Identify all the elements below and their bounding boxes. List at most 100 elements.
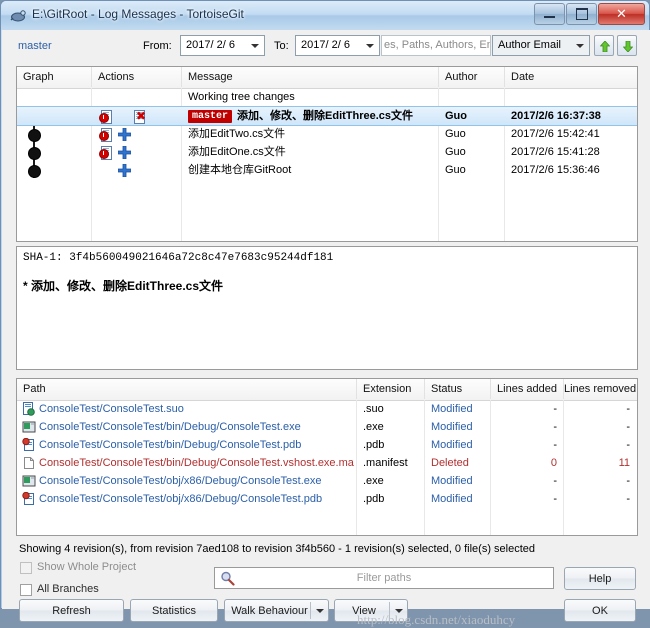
file-extension: .pdb — [363, 493, 385, 505]
log-list-rows[interactable]: Working tree changes ✖ master 添加、修改、删除Edi… — [17, 88, 637, 241]
refresh-button[interactable]: Refresh — [19, 599, 124, 622]
list-item[interactable]: ConsoleTest/ConsoleTest/obj/x86/Debug/Co… — [17, 490, 637, 508]
from-date-combo[interactable]: 2017/ 2/ 6 — [180, 35, 265, 56]
commit-author: Guo — [445, 164, 466, 176]
to-label: To: — [274, 40, 289, 52]
log-column-graph[interactable]: Graph — [17, 67, 92, 87]
walk-behaviour-dropdown[interactable] — [311, 608, 328, 613]
chevron-down-icon — [576, 44, 584, 48]
move-down-button[interactable] — [617, 35, 637, 56]
commit-date: 2017/2/6 15:36:46 — [511, 164, 600, 176]
file-lines-removed: - — [626, 475, 630, 487]
chevron-down-icon — [366, 44, 374, 48]
commit-message: 添加EditTwo.cs文件 — [188, 128, 286, 140]
log-list-panel[interactable]: Graph Actions Message Author Date Workin… — [16, 66, 638, 242]
log-column-actions[interactable]: Actions — [92, 67, 182, 87]
filter-mode-combo[interactable]: Author Email — [492, 35, 590, 56]
exe-file-icon — [22, 420, 36, 434]
file-lines-added: 0 — [550, 457, 557, 469]
table-row[interactable]: ✖ master 添加、修改、删除EditThree.cs文件 Guo 2017/… — [17, 106, 637, 126]
search-input[interactable]: es, Paths, Authors, Email — [381, 35, 491, 56]
move-up-button[interactable] — [594, 35, 614, 56]
ok-button[interactable]: OK — [564, 599, 636, 622]
added-action-icon — [117, 163, 132, 178]
commit-message-body: * 添加、修改、删除EditThree.cs文件 — [23, 279, 224, 293]
window-title: E:\GitRoot - Log Messages - TortoiseGit — [32, 7, 244, 21]
table-row[interactable]: 添加EditTwo.cs文件 Guo 2017/2/6 15:42:41 — [17, 125, 637, 143]
app-window: E:\GitRoot - Log Messages - TortoiseGit … — [0, 0, 650, 627]
file-status: Modified — [431, 403, 473, 415]
file-path[interactable]: ConsoleTest/ConsoleTest/bin/Debug/Consol… — [39, 418, 354, 436]
file-lines-added: - — [553, 421, 557, 433]
statistics-button[interactable]: Statistics — [130, 599, 218, 622]
filter-toolbar: master From: 2017/ 2/ 6 To: 2017/ 2/ 6 e… — [2, 30, 650, 62]
table-row[interactable]: 创建本地仓库GitRoot Guo 2017/2/6 15:36:46 — [17, 161, 637, 179]
log-column-message[interactable]: Message — [182, 67, 439, 87]
file-extension: .exe — [363, 421, 384, 433]
list-item[interactable]: ConsoleTest/ConsoleTest.suo .suo Modifie… — [17, 400, 637, 418]
commit-author: Guo — [445, 146, 466, 158]
files-column-lines-removed[interactable]: Lines removed — [564, 379, 637, 399]
list-item[interactable]: ConsoleTest/ConsoleTest/bin/Debug/Consol… — [17, 454, 637, 472]
table-row[interactable]: 添加EditOne.cs文件 Guo 2017/2/6 15:41:28 — [17, 143, 637, 161]
file-lines-added: - — [553, 439, 557, 451]
changed-files-panel[interactable]: Path Extension Status Lines added Lines … — [16, 378, 638, 536]
file-lines-removed: 11 — [618, 457, 630, 469]
list-item[interactable]: ConsoleTest/ConsoleTest/bin/Debug/Consol… — [17, 418, 637, 436]
log-column-author[interactable]: Author — [439, 67, 505, 87]
log-list-header[interactable]: Graph Actions Message Author Date — [17, 67, 637, 89]
file-status: Modified — [431, 439, 473, 451]
file-status: Modified — [431, 421, 473, 433]
all-branches-label: All Branches — [37, 583, 99, 595]
commit-date: 2017/2/6 16:37:38 — [511, 110, 601, 122]
list-item[interactable]: ConsoleTest/ConsoleTest/bin/Debug/Consol… — [17, 436, 637, 454]
title-bar[interactable]: E:\GitRoot - Log Messages - TortoiseGit … — [1, 1, 649, 30]
filter-paths-input[interactable]: Filter paths — [214, 567, 554, 589]
blank-file-icon — [22, 456, 36, 470]
window-controls: ✕ — [533, 3, 645, 25]
file-path[interactable]: ConsoleTest/ConsoleTest/bin/Debug/Consol… — [39, 454, 354, 472]
files-column-extension[interactable]: Extension — [357, 379, 425, 399]
commit-message: 创建本地仓库GitRoot — [188, 164, 292, 176]
commit-date: 2017/2/6 15:41:28 — [511, 146, 600, 158]
file-extension: .suo — [363, 403, 384, 415]
working-tree-row[interactable]: Working tree changes — [17, 88, 637, 106]
file-extension: .manifest — [363, 457, 408, 469]
walk-behaviour-label: Walk Behaviour — [231, 604, 308, 617]
to-date-combo[interactable]: 2017/ 2/ 6 — [295, 35, 380, 56]
file-path[interactable]: ConsoleTest/ConsoleTest/obj/x86/Debug/Co… — [39, 472, 354, 490]
help-label: Help — [588, 572, 612, 585]
help-button[interactable]: Help — [564, 567, 636, 590]
files-list-header[interactable]: Path Extension Status Lines added Lines … — [17, 379, 637, 401]
exe-file-icon — [22, 474, 36, 488]
checkbox-box — [20, 562, 32, 574]
files-column-lines-added[interactable]: Lines added — [491, 379, 564, 399]
dialog-client-area: master From: 2017/ 2/ 6 To: 2017/ 2/ 6 e… — [2, 30, 650, 627]
tortoisegit-icon — [10, 7, 27, 24]
added-action-icon — [117, 127, 132, 142]
commit-author: Guo — [445, 128, 466, 140]
chevron-down-icon — [315, 608, 324, 613]
close-button[interactable]: ✕ — [598, 3, 645, 25]
minimize-button[interactable] — [534, 3, 565, 25]
refresh-label: Refresh — [52, 604, 91, 617]
files-list-rows[interactable]: ConsoleTest/ConsoleTest.suo .suo Modifie… — [17, 400, 637, 535]
file-path[interactable]: ConsoleTest/ConsoleTest/bin/Debug/Consol… — [39, 436, 354, 454]
maximize-button[interactable] — [566, 3, 597, 25]
files-column-status[interactable]: Status — [425, 379, 491, 399]
current-branch-label[interactable]: master — [18, 40, 52, 52]
files-column-path[interactable]: Path — [17, 379, 357, 399]
log-column-date[interactable]: Date — [505, 67, 637, 87]
commit-author: Guo — [445, 110, 467, 122]
file-lines-added: - — [553, 475, 557, 487]
up-arrow-icon — [599, 40, 611, 55]
filter-paths-placeholder: Filter paths — [356, 572, 412, 584]
modified-action-icon — [99, 128, 114, 142]
file-path[interactable]: ConsoleTest/ConsoleTest/obj/x86/Debug/Co… — [39, 490, 354, 508]
commit-message-panel[interactable]: SHA-1: 3f4b560049021646a72c8c47e7683c952… — [16, 246, 638, 370]
file-path[interactable]: ConsoleTest/ConsoleTest.suo — [39, 400, 354, 418]
list-item[interactable]: ConsoleTest/ConsoleTest/obj/x86/Debug/Co… — [17, 472, 637, 490]
file-status: Modified — [431, 475, 473, 487]
file-lines-added: - — [553, 403, 557, 415]
walk-behaviour-button[interactable]: Walk Behaviour — [224, 599, 329, 622]
